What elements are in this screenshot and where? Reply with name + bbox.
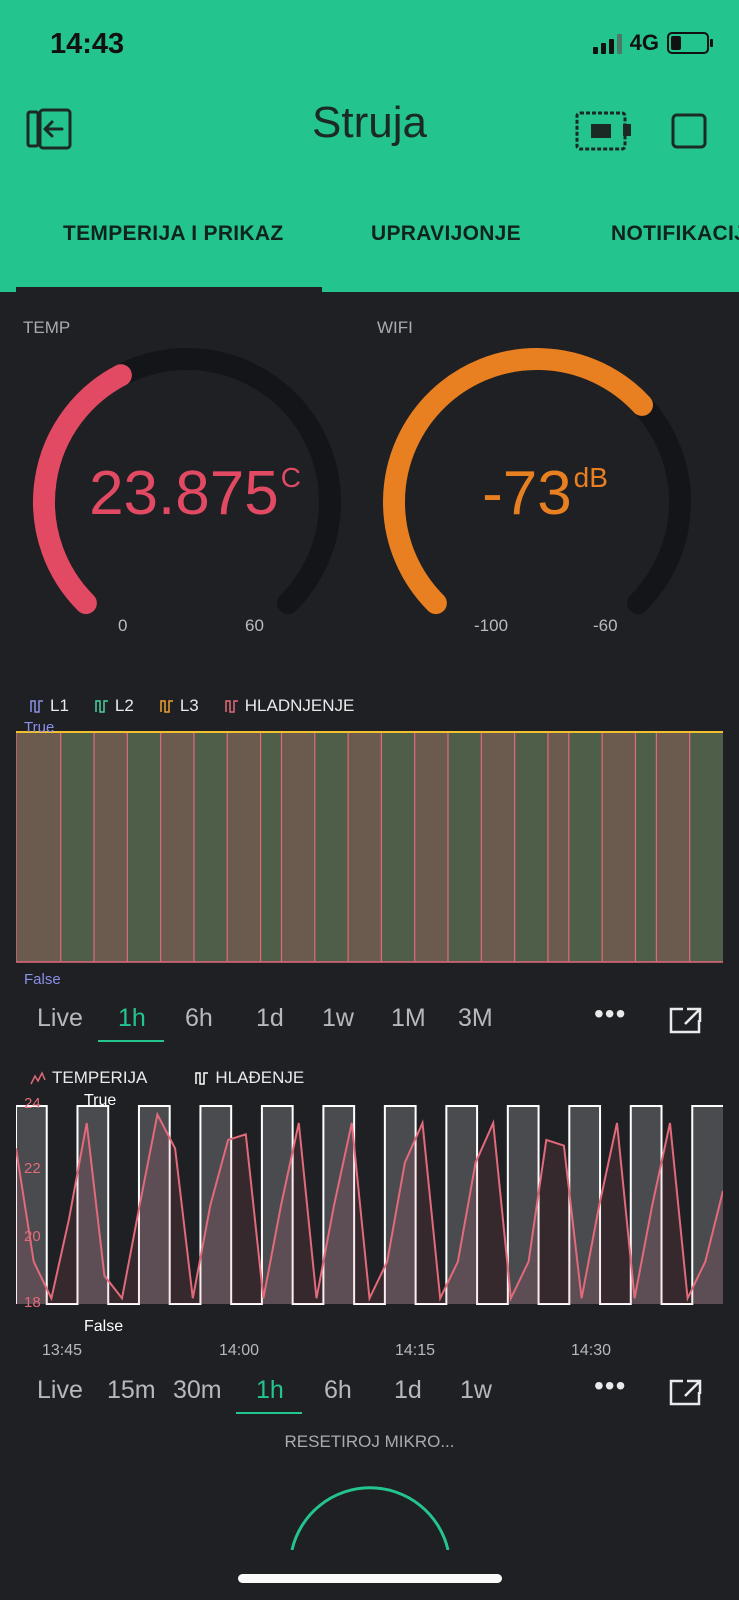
legend-item-temperija: TEMPERIJA xyxy=(30,1068,147,1088)
tab-bar: TEMPERIJA I PRIKAZ UPRAVIJONJE NOTIFIKAC… xyxy=(0,200,739,292)
temp-range-6h[interactable]: 6h xyxy=(324,1376,352,1405)
temp-range-1w[interactable]: 1w xyxy=(460,1376,492,1405)
status-range-1d[interactable]: 1d xyxy=(256,1004,284,1033)
device-icon[interactable] xyxy=(575,110,633,152)
reset-button[interactable] xyxy=(280,1480,460,1550)
status-range-1h[interactable]: 1h xyxy=(118,1004,146,1033)
step-icon xyxy=(195,1072,209,1085)
home-indicator xyxy=(238,1574,502,1583)
temp-y-true: True xyxy=(84,1092,117,1109)
status-range-3m[interactable]: 3M xyxy=(458,1004,493,1033)
legend-item-l2: L2 xyxy=(95,696,134,716)
status-segment xyxy=(381,732,415,962)
status-segment xyxy=(602,732,636,962)
step-icon xyxy=(225,700,238,713)
temp-range-live[interactable]: Live xyxy=(37,1376,83,1405)
temperature-area xyxy=(16,1114,723,1304)
temp-range-30m[interactable]: 30m xyxy=(173,1376,222,1405)
status-range-1w[interactable]: 1w xyxy=(322,1004,354,1033)
step-icon xyxy=(160,700,173,713)
active-range-indicator xyxy=(236,1412,302,1414)
battery-icon xyxy=(667,32,713,54)
status-segment xyxy=(568,732,603,962)
temp-chart-legend: TEMPERIJA HLAĐENJE xyxy=(30,1068,330,1088)
status-segment xyxy=(547,732,569,962)
temp-y-tick-18: 18 xyxy=(24,1294,41,1311)
more-icon[interactable]: ••• xyxy=(594,998,626,1030)
wifi-gauge-max: -60 xyxy=(593,616,618,635)
legend-item-l3: L3 xyxy=(160,696,199,716)
temp-chart-range-bar: Live 15m 30m 1h 6h 1d 1w ••• xyxy=(0,1370,739,1416)
temperature-chart[interactable] xyxy=(16,1100,723,1334)
more-icon[interactable]: ••• xyxy=(594,1370,626,1402)
reset-button-label: RESETIROJ MIKRO... xyxy=(284,1432,455,1451)
status-segment xyxy=(656,732,690,962)
status-y-false: False xyxy=(24,971,61,988)
status-segment xyxy=(127,732,161,962)
status-indicators: 4G xyxy=(592,30,713,56)
status-chart-range-bar: Live 1h 6h 1d 1w 1M 3M ••• xyxy=(0,998,739,1044)
status-segment xyxy=(689,732,723,962)
temp-y-false: False xyxy=(84,1318,124,1335)
status-segment xyxy=(348,732,382,962)
status-segment xyxy=(60,732,95,962)
temp-range-15m[interactable]: 15m xyxy=(107,1376,156,1405)
expand-icon[interactable] xyxy=(669,1378,703,1406)
temp-gauge-label: TEMP xyxy=(23,318,71,337)
wifi-gauge-value: -73dB xyxy=(482,459,608,528)
status-time: 14:43 xyxy=(50,28,125,60)
temp-y-tick-22: 22 xyxy=(24,1160,41,1177)
status-segment xyxy=(314,732,349,962)
status-segment xyxy=(227,732,261,962)
temp-x-tick: 14:30 xyxy=(571,1342,612,1359)
status-segment xyxy=(448,732,482,962)
temp-range-1d[interactable]: 1d xyxy=(394,1376,422,1405)
legend-item-hladnjenje: HLADNJENJE xyxy=(225,696,354,716)
legend-item-hladjenje: HLAĐENJE xyxy=(195,1068,304,1088)
status-segment xyxy=(281,732,315,962)
temp-x-tick: 13:45 xyxy=(42,1342,83,1359)
tab-temperija-i-prikaz[interactable]: TEMPERIJA I PRIKAZ xyxy=(63,222,283,246)
status-segment xyxy=(481,732,515,962)
status-range-6h[interactable]: 6h xyxy=(185,1004,213,1033)
signal-icon xyxy=(592,32,622,54)
step-icon xyxy=(30,700,43,713)
active-tab-indicator xyxy=(16,287,322,292)
status-segment xyxy=(635,732,657,962)
temp-range-1h[interactable]: 1h xyxy=(256,1376,284,1405)
status-chart-legend: L1 L2 L3 HLADNJENJE xyxy=(30,696,380,716)
step-icon xyxy=(95,700,108,713)
active-range-indicator xyxy=(98,1040,164,1042)
status-segment xyxy=(514,732,548,962)
status-segment xyxy=(193,732,228,962)
legend-item-l1: L1 xyxy=(30,696,69,716)
expand-icon[interactable] xyxy=(669,1006,703,1034)
status-range-live[interactable]: Live xyxy=(37,1004,83,1033)
status-segment xyxy=(94,732,128,962)
wifi-gauge-label: WIFI xyxy=(377,318,413,337)
wifi-gauge-min: -100 xyxy=(474,616,509,635)
temp-gauge-min: 0 xyxy=(118,616,128,635)
app-header: 14:43 4G Struja TEMPERIJA I PRIKAZ UPRAV… xyxy=(0,0,739,292)
network-type: 4G xyxy=(629,30,659,55)
status-segment xyxy=(16,732,61,962)
temp-y-tick-24: 24 xyxy=(24,1095,41,1112)
line-chart-icon xyxy=(30,1071,46,1085)
temp-x-tick: 14:15 xyxy=(395,1342,436,1359)
temp-x-tick: 14:00 xyxy=(219,1342,260,1359)
tab-notifikacij[interactable]: NOTIFIKACIJ xyxy=(611,222,739,246)
tab-upravijonje[interactable]: UPRAVIJONJE xyxy=(371,222,521,246)
temp-gauge-max: 60 xyxy=(245,616,264,635)
status-segment xyxy=(260,732,282,962)
status-segment xyxy=(160,732,194,962)
status-range-1m[interactable]: 1M xyxy=(391,1004,426,1033)
status-chart[interactable] xyxy=(16,726,723,986)
square-icon[interactable] xyxy=(670,112,708,150)
status-y-true: True xyxy=(24,719,55,736)
temp-y-tick-20: 20 xyxy=(24,1228,41,1245)
temp-gauge-value: 23.875C xyxy=(89,459,301,528)
status-segment xyxy=(414,732,449,962)
